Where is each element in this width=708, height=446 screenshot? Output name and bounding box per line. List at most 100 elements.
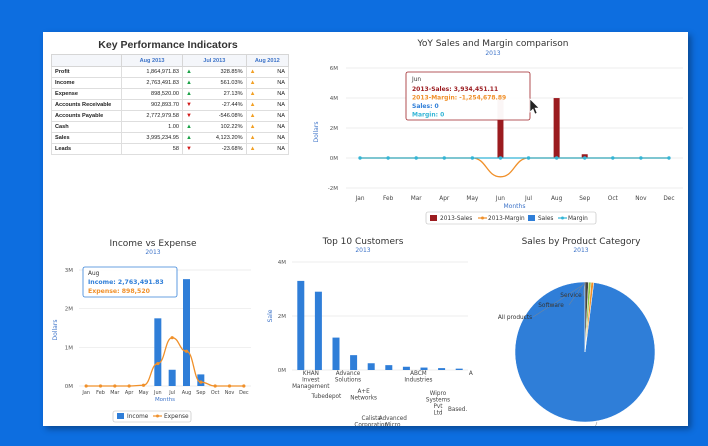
kpi-jul2013-value: 328.85% xyxy=(194,66,247,78)
x-tick-label: Wipro Systems Pvt Ltd xyxy=(426,391,450,417)
kpi-aug2012-value: NA xyxy=(258,77,289,89)
x-tick-label: Feb xyxy=(96,390,105,396)
point-margin xyxy=(583,156,587,160)
kpi-jul2013-value: 4,123.20% xyxy=(194,132,247,144)
kpi-jul2013-value: -546.08% xyxy=(194,110,247,122)
kpi-jul2013-value: 561.03% xyxy=(194,77,247,89)
x-tick-label: Oct xyxy=(608,196,619,202)
kpi-col-header xyxy=(51,54,122,67)
legend-swatch xyxy=(117,413,124,419)
warning-icon: ▲ xyxy=(249,102,256,108)
trend-up-icon: ▲ xyxy=(186,69,192,75)
point-expense xyxy=(227,384,232,388)
kpi-body: Profit 1,864,971.83 ▲ 328.85% ▲ NA Income 2,763… xyxy=(51,66,289,155)
kpi-aug2013-value: 58 xyxy=(120,143,184,155)
trend-down-icon: ▼ xyxy=(186,102,192,108)
point-expense xyxy=(156,361,160,366)
point-expense xyxy=(113,384,117,388)
bar-2013-sales xyxy=(553,98,560,158)
top-customers-chart[interactable]: Top 10 Customers2013 4M 2M 0M Sale KHAN Invest… xyxy=(258,230,473,426)
kpi-aug2013-value: 898,520.00 xyxy=(120,88,184,100)
y-axis-label: Dollars xyxy=(313,122,320,143)
kpi-row-label: Income xyxy=(51,77,122,89)
legend-marker xyxy=(481,216,484,220)
kpi-trend-cell: ▲ xyxy=(182,66,195,78)
legend-label: Sales xyxy=(538,216,553,222)
legend-swatch xyxy=(430,215,437,221)
y-tick-label: -2M xyxy=(328,186,338,192)
point-margin xyxy=(498,156,503,160)
warning-icon: ▲ xyxy=(249,146,256,152)
tooltip-line: 2013-Sales: 3,934,451.11 xyxy=(412,86,498,93)
kpi-row-label: Cash xyxy=(51,121,122,133)
x-tick-label: Mar xyxy=(110,390,120,396)
kpi-row-label: Accounts Receivable xyxy=(51,99,122,111)
x-tick-label: May xyxy=(466,196,479,202)
yoy-chart[interactable]: YoY Sales and Margin comparison2013 6M 4M 2… xyxy=(298,32,688,232)
dashboard-panel: Key Performance Indicators Aug 2013 Jul … xyxy=(43,32,688,426)
point-margin xyxy=(611,156,615,160)
bar-customer xyxy=(350,355,358,370)
chart-subtitle: 2013 xyxy=(145,249,160,256)
legend-label: Income xyxy=(127,414,149,420)
x-axis-label: Months xyxy=(504,203,526,210)
x-tick-label: Nov xyxy=(635,196,647,202)
kpi-table: Aug 2013 Jul 2013 Aug 2012 Profit 1,864,9… xyxy=(51,54,290,155)
bar-income xyxy=(183,279,190,386)
bar-customer xyxy=(420,367,428,370)
point-expense xyxy=(242,384,246,388)
y-tick-label: 4M xyxy=(278,260,286,266)
point-margin xyxy=(554,156,559,160)
kpi-warn-cell: ▲ xyxy=(245,88,259,100)
kpi-row: Income 2,763,491.83 ▲ 561.03% ▲ NA xyxy=(51,77,289,89)
kpi-row-label: Leads xyxy=(51,143,122,155)
kpi-jul2013-value: 102.22% xyxy=(194,121,247,133)
kpi-jul2013-value: -23.68% xyxy=(194,143,247,155)
kpi-col-header: Aug 2013 xyxy=(120,54,184,67)
kpi-warn-cell: ▲ xyxy=(245,99,259,111)
kpi-warn-cell: ▲ xyxy=(245,110,259,122)
warning-icon: ▲ xyxy=(249,135,256,141)
kpi-aug2013-value: 902,893.70 xyxy=(120,99,184,111)
kpi-row: Leads 58 ▼ -23.68% ▲ NA xyxy=(51,143,289,155)
tooltip-line: Income: 2,763,491.83 xyxy=(88,279,164,286)
kpi-aug2012-value: NA xyxy=(258,121,289,133)
x-tick-label: May xyxy=(138,390,148,396)
kpi-aug2013-value: 3,995,234.95 xyxy=(120,132,184,144)
pie-connector xyxy=(595,421,598,426)
kpi-row-label: Profit xyxy=(51,66,122,78)
x-tick-label: Dec xyxy=(663,196,674,202)
legend-label: 2013-Margin xyxy=(488,216,525,222)
kpi-aug2012-value: NA xyxy=(258,143,289,155)
x-tick-label: Nov xyxy=(225,390,235,396)
line-2013-margin xyxy=(360,157,669,178)
x-tick-label: Apr xyxy=(125,390,134,396)
legend-label: 2013-Sales xyxy=(440,216,472,222)
point-expense xyxy=(170,336,174,340)
y-tick-label: 2M xyxy=(65,307,73,313)
bar-income xyxy=(154,318,162,386)
income-expense-chart[interactable]: Income vs Expense2013 3M 2M 1M 0M Dollars Jan F… xyxy=(43,230,258,426)
kpi-aug2013-value: 1,864,971.83 xyxy=(120,66,184,78)
pie-label: Software xyxy=(538,303,564,309)
kpi-jul2013-value: 27.13% xyxy=(194,88,247,100)
kpi-row: Cash 1.00 ▲ 102.22% ▲ NA xyxy=(51,121,289,133)
product-category-chart[interactable]: Sales by Product Category2013SaleableAll… xyxy=(473,230,688,426)
x-tick-label: Jun xyxy=(495,196,505,202)
kpi-aug2012-value: NA xyxy=(258,99,289,111)
kpi-row: Accounts Receivable 902,893.70 ▼ -27.44% ▲ NA xyxy=(51,99,289,111)
kpi-warn-cell: ▲ xyxy=(245,77,259,89)
chart-subtitle: 2013 xyxy=(355,247,370,254)
x-tick-label: Jan xyxy=(81,390,90,396)
point-expense xyxy=(127,384,131,388)
point-expense xyxy=(98,384,103,388)
kpi-aug2012-value: NA xyxy=(258,132,289,144)
y-tick-label: 0M xyxy=(65,384,73,390)
bar-customer xyxy=(402,366,410,370)
y-tick-label: 3M xyxy=(65,268,73,274)
chart-subtitle: 2013 xyxy=(485,50,500,57)
x-tick-label: Dec xyxy=(239,390,249,396)
kpi-aug2012-value: NA xyxy=(258,66,289,78)
warning-icon: ▲ xyxy=(249,124,256,130)
line-expense xyxy=(86,337,244,387)
